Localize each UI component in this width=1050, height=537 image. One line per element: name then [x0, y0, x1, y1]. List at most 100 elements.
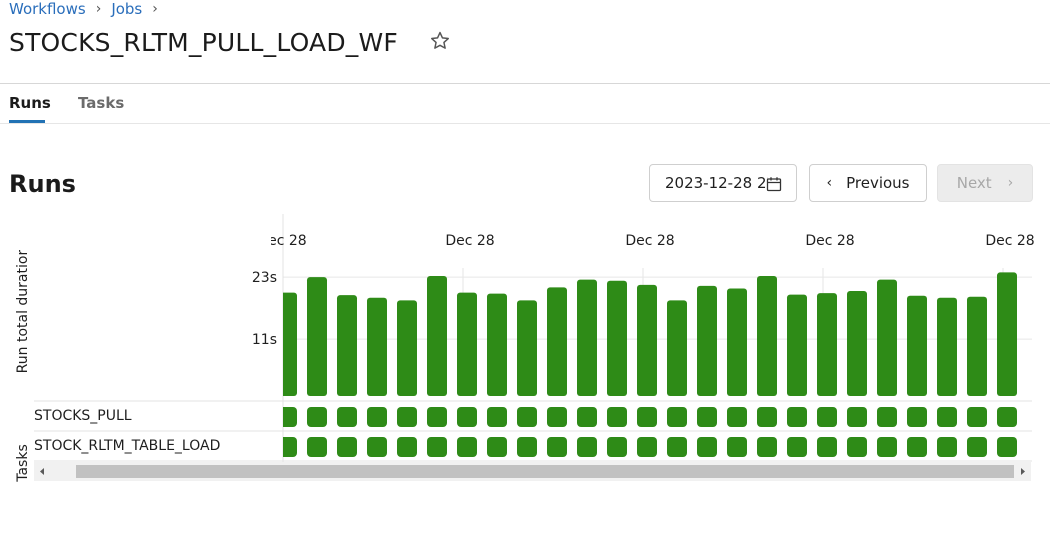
next-button[interactable]: Next ›: [937, 164, 1033, 202]
task-status-cell[interactable]: [847, 407, 867, 427]
task-status-cell[interactable]: [577, 407, 597, 427]
task-status-cell[interactable]: [637, 437, 657, 457]
scroll-right-arrow-icon[interactable]: [1015, 462, 1031, 481]
run-duration-bar[interactable]: [427, 276, 447, 396]
task-status-cell[interactable]: [307, 407, 327, 427]
run-duration-bar[interactable]: [787, 294, 807, 396]
run-duration-bar[interactable]: [337, 295, 357, 396]
task-status-cell[interactable]: [937, 437, 957, 457]
run-duration-bar[interactable]: [817, 293, 837, 396]
task-status-cell[interactable]: [487, 437, 507, 457]
task-status-cell[interactable]: [757, 437, 777, 457]
task-status-cell[interactable]: [397, 437, 417, 457]
task-status-cell[interactable]: [997, 407, 1017, 427]
task-status-cell[interactable]: [667, 407, 687, 427]
task-status-cell[interactable]: [997, 437, 1017, 457]
task-status-cell[interactable]: [817, 407, 837, 427]
task-status-cell[interactable]: [697, 407, 717, 427]
run-duration-bar[interactable]: [517, 300, 537, 396]
task-status-cell[interactable]: [937, 407, 957, 427]
date-picker-value: 2023-12-28 22:00: [665, 174, 768, 192]
task-status-cell[interactable]: [337, 437, 357, 457]
task-status-cell[interactable]: [277, 407, 297, 427]
task-status-cell[interactable]: [607, 437, 627, 457]
task-status-cell[interactable]: [697, 437, 717, 457]
task-status-cell[interactable]: [907, 407, 927, 427]
task-status-cell[interactable]: [367, 437, 387, 457]
run-duration-bar[interactable]: [877, 279, 897, 396]
task-status-cell[interactable]: [907, 437, 927, 457]
task-status-cell[interactable]: [307, 437, 327, 457]
task-status-cell[interactable]: [967, 407, 987, 427]
run-duration-bar[interactable]: [307, 277, 327, 396]
task-status-cell[interactable]: [277, 437, 297, 457]
run-duration-bar[interactable]: [547, 287, 567, 396]
task-status-cell[interactable]: [517, 407, 537, 427]
task-status-cell[interactable]: [727, 407, 747, 427]
y-tick-label: 23s: [252, 270, 277, 286]
task-status-cell[interactable]: [757, 407, 777, 427]
run-duration-bar[interactable]: [487, 293, 507, 396]
task-status-cell[interactable]: [607, 407, 627, 427]
run-duration-bar[interactable]: [847, 291, 867, 396]
tabs-divider: [0, 123, 1050, 124]
task-status-cell[interactable]: [787, 437, 807, 457]
task-status-cell[interactable]: [397, 407, 417, 427]
task-status-cell[interactable]: [667, 437, 687, 457]
task-name-stock-rltm-table-load: STOCK_RLTM_TABLE_LOAD: [34, 438, 221, 454]
date-picker-input[interactable]: 2023-12-28 22:00: [649, 164, 797, 202]
scroll-left-arrow-icon[interactable]: [34, 462, 50, 481]
previous-button[interactable]: ‹ Previous: [809, 164, 927, 202]
task-status-cell[interactable]: [727, 437, 747, 457]
task-name-stocks-pull: STOCKS_PULL: [34, 408, 132, 424]
task-status-cell[interactable]: [877, 437, 897, 457]
run-duration-bar[interactable]: [967, 296, 987, 396]
run-duration-bar[interactable]: [937, 297, 957, 396]
task-status-cell[interactable]: [487, 407, 507, 427]
tasks-axis-label: Tasks: [15, 444, 31, 482]
task-status-cell[interactable]: [877, 407, 897, 427]
bars-group: [277, 272, 1017, 457]
run-duration-bar[interactable]: [667, 300, 687, 396]
breadcrumb: Workflows › Jobs ›: [9, 0, 168, 20]
task-status-cell[interactable]: [457, 437, 477, 457]
task-status-cell[interactable]: [967, 437, 987, 457]
task-status-cell[interactable]: [517, 437, 537, 457]
scrollbar-thumb[interactable]: [76, 465, 1014, 478]
task-status-cell[interactable]: [637, 407, 657, 427]
run-duration-bar[interactable]: [997, 272, 1017, 396]
horizontal-scrollbar[interactable]: [34, 462, 1031, 481]
run-duration-bar[interactable]: [277, 292, 297, 396]
task-status-cell[interactable]: [547, 407, 567, 427]
tab-tasks[interactable]: Tasks: [78, 94, 124, 112]
star-outline-icon[interactable]: [429, 30, 451, 52]
task-status-cell[interactable]: [787, 407, 807, 427]
run-duration-bar[interactable]: [397, 300, 417, 396]
breadcrumb-jobs-link[interactable]: Jobs: [111, 0, 142, 18]
task-status-cell[interactable]: [367, 407, 387, 427]
task-status-cell[interactable]: [577, 437, 597, 457]
calendar-icon[interactable]: [766, 176, 782, 192]
run-duration-bar[interactable]: [697, 285, 717, 396]
run-duration-bar[interactable]: [367, 297, 387, 396]
run-duration-bar[interactable]: [457, 292, 477, 396]
task-status-cell[interactable]: [847, 437, 867, 457]
run-duration-bar[interactable]: [577, 279, 597, 396]
task-status-cell[interactable]: [427, 437, 447, 457]
task-status-cell[interactable]: [547, 437, 567, 457]
x-tick-label: Dec 28: [805, 233, 854, 249]
task-status-cell[interactable]: [817, 437, 837, 457]
x-tick-label: Dec 28: [985, 233, 1034, 249]
run-duration-bar[interactable]: [727, 288, 747, 396]
tab-runs[interactable]: Runs: [9, 94, 51, 112]
chevron-right-icon: ›: [95, 1, 102, 17]
run-duration-bar[interactable]: [607, 280, 627, 396]
task-status-cell[interactable]: [427, 407, 447, 427]
x-tick-label: Dec 28: [445, 233, 494, 249]
task-status-cell[interactable]: [337, 407, 357, 427]
run-duration-bar[interactable]: [907, 295, 927, 396]
task-status-cell[interactable]: [457, 407, 477, 427]
breadcrumb-workflows-link[interactable]: Workflows: [9, 0, 86, 18]
run-duration-bar[interactable]: [757, 276, 777, 396]
run-duration-bar[interactable]: [637, 284, 657, 396]
